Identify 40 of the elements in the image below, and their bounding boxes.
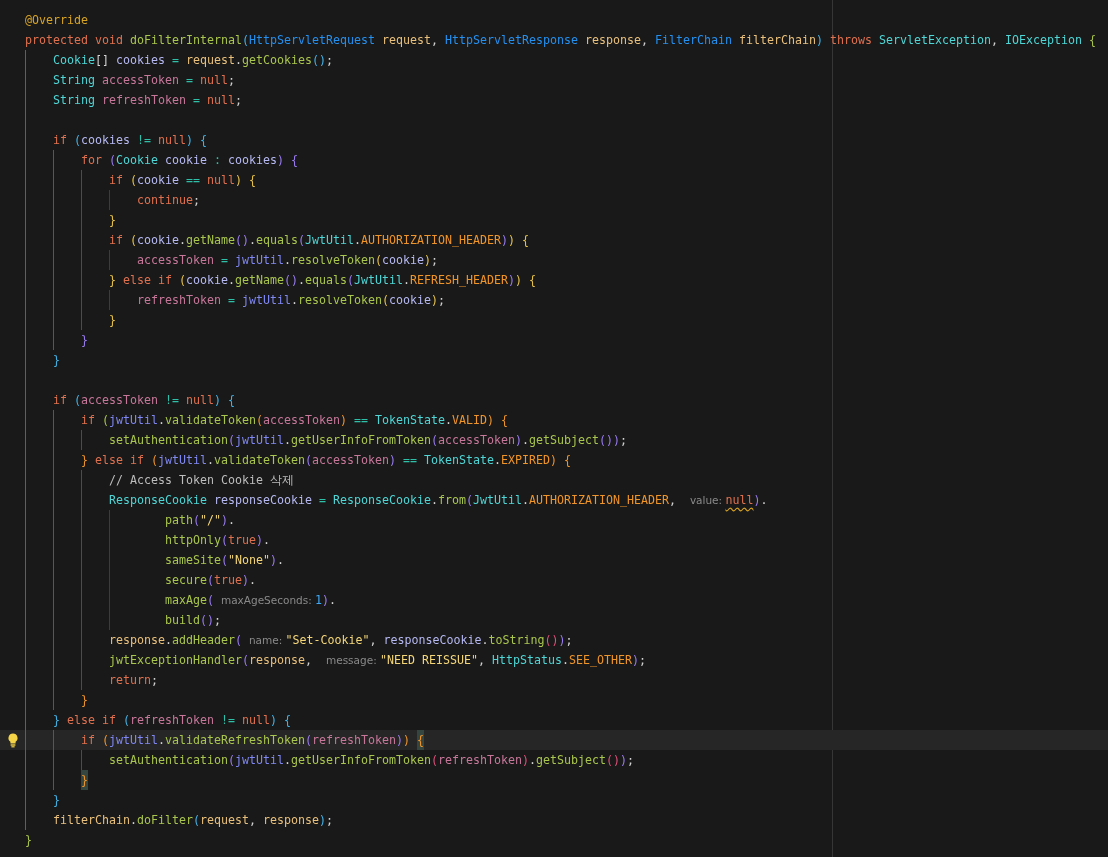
code-line: filterChain.doFilter(request, response); (53, 812, 333, 829)
code-line: } (108, 212, 116, 229)
code-line: response.addHeader( name: "Set-Cookie", responseCookie.toString()); (108, 632, 573, 649)
code-line: setAuthentication(jwtUtil.getUserInfoFromToken(refreshToken).getSubject()); (108, 752, 634, 769)
code-line: if (cookies != null) { (53, 132, 207, 149)
code-line: String accessToken = null; (53, 72, 235, 89)
code-line: refreshToken = jwtUtil.resolveToken(cookie); (136, 292, 445, 309)
code-line: if (cookie == null) { (108, 172, 256, 189)
code-line: if (jwtUtil.validateToken(accessToken) == TokenState.VALID) { (80, 412, 508, 429)
code-line: continue; (136, 192, 200, 209)
code-line: path("/"). (163, 512, 235, 529)
code-line: } (25, 832, 32, 849)
code-line: setAuthentication(jwtUtil.getUserInfoFromToken(accessToken).getSubject()); (108, 432, 627, 449)
code-line: secure(true). (163, 572, 256, 589)
code-line: httpOnly(true). (163, 532, 270, 549)
code-line: } (108, 312, 116, 329)
code-line: for (Cookie cookie : cookies) { (80, 152, 298, 169)
code-line: } (53, 792, 60, 809)
code-line: maxAge( maxAgeSeconds: 1). (163, 592, 337, 609)
code-line: ResponseCookie responseCookie = ResponseCookie.from(JwtUtil.AUTHORIZATION_HEADER, value: null). (108, 492, 768, 509)
code-line: Cookie[] cookies = request.getCookies(); (53, 52, 333, 69)
code-line: // Access Token Cookie 삭제 (108, 472, 294, 489)
code-line: String refreshToken = null; (53, 92, 242, 109)
code-line: if (accessToken != null) { (53, 392, 235, 409)
code-line: } (80, 692, 88, 709)
code-line: } (53, 352, 60, 369)
code-line: protected void doFilterInternal(HttpServletRequest request, HttpServletResponse response, FilterChain filterChain) throws ServletException, IOException { (25, 32, 1096, 49)
code-line: } else if (cookie.getName().equals(JwtUtil.REFRESH_HEADER)) { (108, 272, 536, 289)
code-line: @Override (25, 12, 88, 29)
lightbulb-icon[interactable] (5, 732, 20, 748)
code-line: if (jwtUtil.validateRefreshToken(refreshToken)) { (80, 730, 424, 750)
code-line: sameSite("None"). (163, 552, 284, 569)
code-line: } else if (refreshToken != null) { (53, 712, 291, 729)
code-line: } else if (jwtUtil.validateToken(accessToken) == TokenState.EXPIRED) { (80, 452, 571, 469)
code-line: return; (108, 672, 158, 689)
code-line: accessToken = jwtUtil.resolveToken(cookie); (136, 252, 438, 269)
code-line: if (cookie.getName().equals(JwtUtil.AUTHORIZATION_HEADER)) { (108, 232, 529, 249)
code-line: } (80, 332, 88, 349)
code-line: jwtExceptionHandler(response, message: "NEED REISSUE", HttpStatus.SEE_OTHER); (108, 652, 646, 669)
code-line: build(); (163, 612, 221, 629)
